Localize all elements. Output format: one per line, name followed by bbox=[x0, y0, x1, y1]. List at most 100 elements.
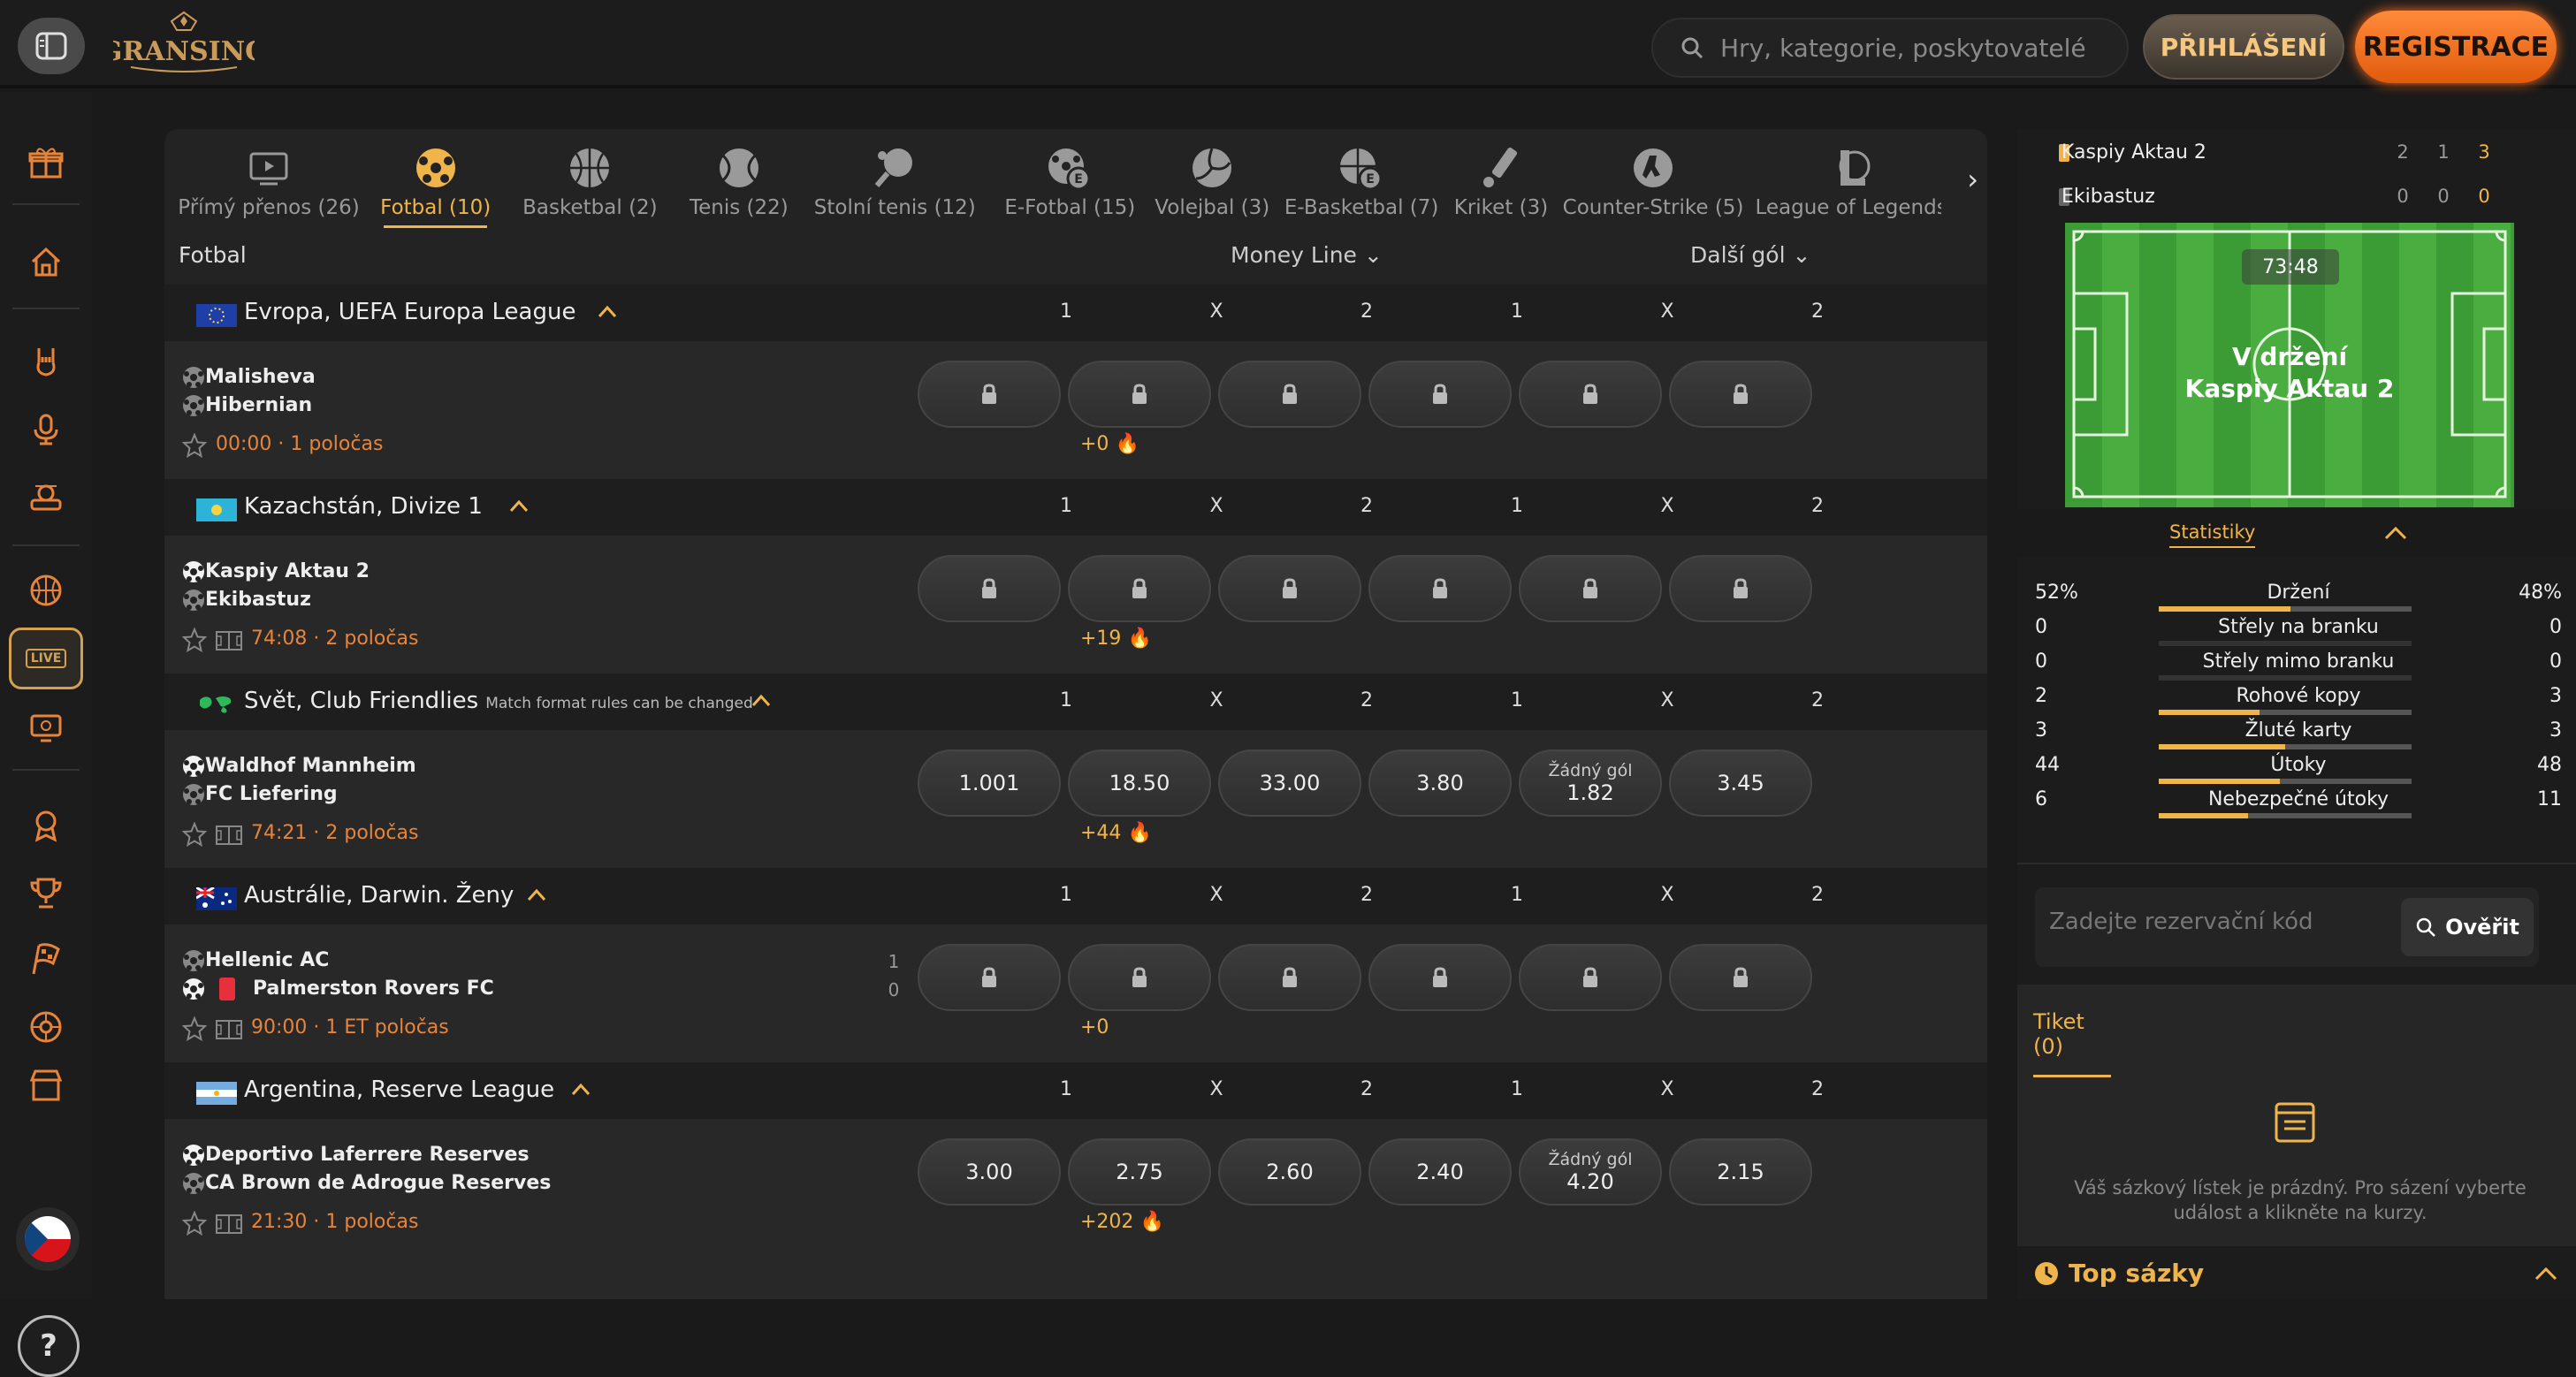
tab-volleyball[interactable]: Volejbal (3) bbox=[1155, 129, 1269, 228]
star-icon[interactable] bbox=[182, 1211, 207, 1236]
chevron-up-icon[interactable] bbox=[2383, 525, 2408, 541]
star-icon[interactable] bbox=[182, 822, 207, 847]
nav-item-loyalty[interactable] bbox=[19, 799, 72, 852]
register-button[interactable]: REGISTRACE bbox=[2355, 11, 2557, 83]
sidebar-toggle-button[interactable] bbox=[18, 18, 85, 74]
odds-button[interactable]: Žádný gól 4.20 bbox=[1519, 1138, 1662, 1206]
more-markets-link[interactable]: +0 🔥 bbox=[1080, 433, 1139, 455]
tab-basketball[interactable]: Basketbal (2) bbox=[510, 129, 669, 228]
star-icon[interactable] bbox=[182, 433, 207, 458]
odds-button[interactable] bbox=[918, 555, 1061, 622]
star-icon[interactable] bbox=[182, 628, 207, 652]
nav-item-casino[interactable] bbox=[19, 470, 72, 523]
league-header[interactable]: Kazachstán, Divize 1 1 X 2 1 X 2 bbox=[164, 479, 1987, 536]
booking-code-input[interactable] bbox=[2049, 909, 2376, 935]
more-markets-link[interactable]: +0 bbox=[1080, 1016, 1109, 1038]
match-row[interactable]: Kaspiy Aktau 2 Ekibastuz 74:08 · 2 poločas… bbox=[164, 536, 1987, 673]
tabs-next-arrow[interactable]: › bbox=[1967, 163, 1978, 196]
help-button[interactable]: ? bbox=[18, 1315, 80, 1377]
match-row[interactable]: Waldhof Mannheim FC Liefering 74:21 · 2 po… bbox=[164, 730, 1987, 868]
odds-button[interactable] bbox=[1218, 361, 1361, 428]
odds-button[interactable]: 1.001 bbox=[918, 749, 1061, 817]
nav-item-tournaments[interactable] bbox=[19, 866, 72, 919]
top-bets-section[interactable]: Top sázky bbox=[2017, 1246, 2576, 1299]
tab-lol[interactable]: League of Legends bbox=[1755, 129, 1941, 228]
search-box[interactable] bbox=[1651, 18, 2129, 78]
tab-ebasketball[interactable]: E E-Basketbal (7) bbox=[1284, 129, 1438, 228]
odds-button[interactable] bbox=[1068, 361, 1211, 428]
odds-button[interactable]: 3.45 bbox=[1669, 749, 1812, 817]
nav-item-sports[interactable] bbox=[19, 564, 72, 617]
nav-item-wheel[interactable] bbox=[19, 1000, 72, 1054]
ticket-tab[interactable]: Tiket (0) bbox=[2033, 1009, 2111, 1077]
field-icon bbox=[216, 1214, 242, 1234]
market-selector-money-line[interactable]: Money Line ⌄ bbox=[1231, 242, 1383, 268]
odds-button[interactable] bbox=[1519, 944, 1662, 1011]
column-label: X bbox=[1209, 495, 1223, 517]
odds-button[interactable] bbox=[1218, 555, 1361, 622]
verify-button[interactable]: Ověřit bbox=[2401, 898, 2534, 956]
language-selector[interactable] bbox=[16, 1207, 80, 1271]
odds-button[interactable]: 18.50 bbox=[1068, 749, 1211, 817]
search-input[interactable] bbox=[1720, 33, 2109, 63]
chevron-up-icon[interactable] bbox=[2534, 1266, 2558, 1282]
tab-soccer-ball[interactable]: Fotbal (10) bbox=[380, 129, 491, 228]
tab-ping-pong[interactable]: Stolní tenis (12) bbox=[808, 129, 981, 228]
nav-item-rock[interactable] bbox=[19, 334, 72, 387]
odds-button[interactable] bbox=[1068, 555, 1211, 622]
tab-cricket[interactable]: Kriket (3) bbox=[1454, 129, 1548, 228]
chevron-up-icon[interactable] bbox=[571, 1082, 591, 1096]
tab-esoccer[interactable]: E E-Fotbal (15) bbox=[1004, 129, 1135, 228]
match-row[interactable]: Hellenic AC Palmerston Rovers FC 90:00 · 1… bbox=[164, 924, 1987, 1062]
more-markets-link[interactable]: +19 🔥 bbox=[1080, 628, 1152, 650]
odds-button[interactable]: 3.00 bbox=[918, 1138, 1061, 1206]
odds-button[interactable] bbox=[1669, 555, 1812, 622]
nav-item-home[interactable] bbox=[19, 235, 72, 288]
league-header[interactable]: Evropa, UEFA Europa League 1 X 2 1 X 2 bbox=[164, 285, 1987, 341]
stats-header[interactable]: Statistiky bbox=[2017, 509, 2576, 557]
tab-tennis-ball[interactable]: Tenis (22) bbox=[690, 129, 789, 228]
odds-button[interactable] bbox=[1519, 555, 1662, 622]
odds-button[interactable] bbox=[1669, 361, 1812, 428]
market-selector-next-goal[interactable]: Další gól ⌄ bbox=[1690, 242, 1810, 268]
nav-item-voice[interactable] bbox=[19, 403, 72, 456]
nav-item-races[interactable] bbox=[19, 933, 72, 986]
more-markets-link[interactable]: +202 🔥 bbox=[1080, 1211, 1164, 1233]
odds-button[interactable] bbox=[1068, 944, 1211, 1011]
login-button[interactable]: PŘIHLÁŠENÍ bbox=[2143, 14, 2344, 80]
odds-button[interactable] bbox=[1368, 361, 1512, 428]
chevron-up-icon[interactable] bbox=[598, 304, 617, 318]
star-icon[interactable] bbox=[182, 1016, 207, 1041]
odds-button[interactable] bbox=[1519, 361, 1662, 428]
odds-button[interactable] bbox=[918, 361, 1061, 428]
more-markets-link[interactable]: +44 🔥 bbox=[1080, 822, 1152, 844]
odds-button[interactable] bbox=[918, 944, 1061, 1011]
league-header[interactable]: Svět, Club Friendlies Match format rules … bbox=[164, 673, 1987, 730]
odds-button[interactable] bbox=[1368, 555, 1512, 622]
odds-button[interactable]: 2.60 bbox=[1218, 1138, 1361, 1206]
chevron-up-icon[interactable] bbox=[509, 498, 529, 513]
league-header[interactable]: Austrálie, Darwin. Ženy 1 X 2 1 X 2 bbox=[164, 868, 1987, 924]
gransino-logo[interactable]: GRANSINO bbox=[100, 9, 268, 80]
tab-counter-strike[interactable]: Counter-Strike (5) bbox=[1563, 129, 1743, 228]
odds-button[interactable]: 3.80 bbox=[1368, 749, 1512, 817]
odds-button[interactable] bbox=[1368, 944, 1512, 1011]
chevron-up-icon[interactable] bbox=[527, 887, 546, 902]
odds-button[interactable] bbox=[1218, 944, 1361, 1011]
chevron-up-icon[interactable] bbox=[751, 693, 771, 707]
odds-button[interactable]: 2.75 bbox=[1068, 1138, 1211, 1206]
odds-button[interactable]: 2.40 bbox=[1368, 1138, 1512, 1206]
match-row[interactable]: Malisheva Hibernian 00:00 · 1 poločas +0 🔥 bbox=[164, 341, 1987, 479]
odds-button[interactable] bbox=[1669, 944, 1812, 1011]
match-row[interactable]: Deportivo Laferrere Reserves CA Brown de … bbox=[164, 1119, 1987, 1257]
odds-button[interactable]: 33.00 bbox=[1218, 749, 1361, 817]
odds-button[interactable]: 2.15 bbox=[1669, 1138, 1812, 1206]
nav-item-virtual[interactable] bbox=[19, 702, 72, 755]
stats-tab[interactable]: Statistiky bbox=[2169, 521, 2256, 548]
odds-button[interactable]: Žádný gól 1.82 bbox=[1519, 749, 1662, 817]
nav-item-live[interactable]: LIVE bbox=[9, 628, 83, 689]
nav-item-promotions[interactable] bbox=[19, 136, 72, 189]
tab-tv[interactable]: Přímý přenos (26) bbox=[177, 129, 361, 228]
nav-item-store[interactable] bbox=[19, 1066, 72, 1105]
league-header[interactable]: Argentina, Reserve League 1 X 2 1 X 2 bbox=[164, 1062, 1987, 1119]
